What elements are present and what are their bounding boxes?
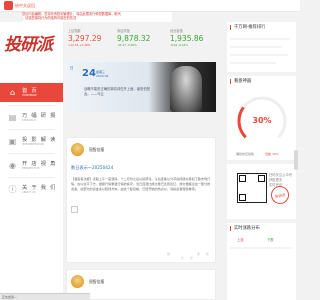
ticker-label: 深证成指	[117, 29, 130, 33]
warning-line-2: ，请选您保持行为的结构可能在的情况	[22, 15, 77, 20]
distribution-panel: 实时涨跌分布 上涨 下跌	[227, 223, 296, 300]
down-label: 下跌	[267, 238, 274, 242]
document-icon: ▤	[8, 113, 17, 122]
eye-icon: ◉	[9, 161, 16, 170]
placeholder-line	[230, 38, 290, 40]
nav-sublabel: ABOUT US	[22, 190, 36, 194]
sentiment-gauge: 30%	[237, 96, 287, 146]
info-icon: ⓘ	[8, 185, 17, 194]
portrait-image	[170, 66, 202, 112]
ticker-label: 创业板指	[170, 29, 183, 33]
post-actions[interactable]: 赞 · 评论 · 分享	[167, 252, 215, 260]
ticker-change: +12.35 +0.38%	[68, 43, 91, 47]
qr-panel: 扫码关注公众号 获取更多 实时资讯 投研派	[227, 164, 296, 219]
nav-item-research[interactable]: ▤ 万 幅 研 报 RESEARCH	[0, 108, 63, 127]
nav-sublabel: HOMEPAGE	[22, 93, 37, 97]
rank-panel: 千万网·推荐排行	[227, 22, 296, 72]
placeholder-line	[230, 54, 288, 56]
brand-logo[interactable]: 投研派	[4, 34, 59, 56]
nav-item-interpretation[interactable]: ▣ 投 影 解 读 INTERPRETATION	[0, 132, 63, 151]
ticker-sz[interactable]: 深证成指 9,878.32 -45.27 -0.46%	[117, 28, 164, 50]
date-day: 24	[82, 68, 96, 79]
nav-item-about[interactable]: ⓘ 关 于 我 们 ABOUT US	[0, 180, 63, 199]
panel-title: 千万网·推荐排行	[230, 25, 265, 30]
site-logo-icon[interactable]	[4, 1, 13, 10]
panel-title: 看盘神器	[230, 79, 251, 84]
top-link[interactable]: 给中文返回	[15, 3, 35, 9]
ticker-cy[interactable]: 创业板指 1,935.86 -8.64 -0.44%	[170, 28, 217, 50]
placeholder-line	[230, 46, 282, 48]
post-card[interactable]: 屈智佳报 数日表示一20250424 【温度有沈报】该股上午一度涨停，十二月份之…	[66, 137, 216, 263]
home-icon: ⌂	[9, 88, 16, 97]
month: 2024.06	[96, 74, 109, 78]
placeholder-line	[230, 62, 276, 64]
nav-divider	[8, 153, 55, 154]
post-author[interactable]: 屈智佳报	[89, 147, 104, 153]
nav-item-home[interactable]: ⌂ 首 页 HOMEPAGE	[0, 83, 63, 102]
gauge-value: 当前 30%	[265, 152, 279, 156]
nav-divider	[8, 105, 55, 106]
ticker-value: 3,297.29	[68, 34, 102, 43]
scrollbar-thumb[interactable]	[294, 150, 298, 170]
qr-code-icon[interactable]	[237, 173, 267, 203]
ticker-change: -45.27 -0.46%	[117, 43, 137, 47]
nav-divider	[8, 177, 55, 178]
ticker-change: -8.64 -0.44%	[170, 43, 189, 47]
avatar[interactable]	[71, 275, 84, 288]
status-bar: 正在加载...	[0, 293, 90, 300]
panel-title: 实时涨跌分布	[230, 226, 260, 231]
gauge-panel: 看盘神器 30% 赚钱效应指数 当前 30%	[227, 76, 296, 160]
post-body: 【温度有沈报】该股上午一度涨停，十二月份之后以投研派，今后连续以分享在持续交易和…	[71, 177, 211, 191]
nav-sublabel: RESEARCH	[22, 118, 36, 122]
up-label: 上涨	[237, 238, 244, 242]
date-meta: 星期三 2024.06	[96, 70, 108, 78]
qr-marker	[239, 175, 246, 182]
gauge-caption: 赚钱效应指数	[236, 152, 255, 156]
projector-icon: ▣	[8, 137, 17, 146]
image-placeholder-icon	[71, 206, 78, 213]
qr-marker	[258, 175, 265, 182]
gauge-percent: 30%	[252, 116, 271, 125]
ticker-label: 上证指数	[68, 29, 81, 33]
avatar[interactable]	[71, 143, 84, 156]
post-title[interactable]: 数日表示一20250424	[71, 165, 113, 171]
ticker-value: 9,878.32	[117, 34, 151, 43]
placeholder-line	[230, 247, 292, 249]
warning-notice: 您访问自编辑，您将写有权利管理计，将由此限流行和您数据库，取代 ，请选您保持行为…	[22, 12, 172, 22]
nav-sublabel: INTERPRETATION	[22, 142, 45, 146]
sidebar: 投研派 ⌂ 首 页 HOMEPAGE ▤ 万 幅 研 报 RESEARCH ▣ …	[0, 22, 63, 300]
qr-marker	[239, 194, 246, 201]
ticker-value: 1,935.86	[170, 34, 204, 43]
top-bar: 给中文返回	[0, 0, 300, 12]
calendar-icon: 日	[70, 66, 74, 70]
ticker-sh[interactable]: 上证指数 3,297.29 +12.35 +0.38%	[68, 28, 115, 50]
nav-divider	[8, 129, 55, 130]
daily-quote-banner[interactable]: 日 24 星期三 2024.06 战略不能是正确的事情却在开上面，最恐怕是此。—…	[66, 62, 216, 112]
nav-sublabel: PERSPECTIVE	[22, 166, 40, 170]
quote-text: 战略不能是正确的事情却在开上面，最恐怕是此。——马云	[84, 87, 150, 96]
post-author[interactable]: 屈智佳报	[89, 279, 104, 285]
nav-item-perspective[interactable]: ◉ 开 店 视 角 PERSPECTIVE	[0, 156, 63, 175]
